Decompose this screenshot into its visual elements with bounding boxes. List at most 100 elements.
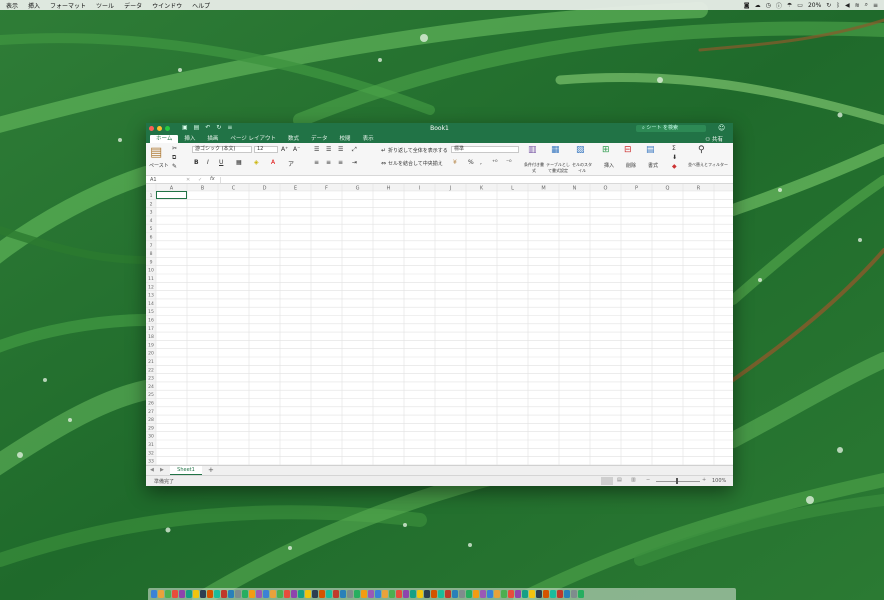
orientation-icon[interactable]: ⤢	[352, 146, 357, 154]
dock-app-icon[interactable]	[326, 590, 332, 598]
share-button[interactable]: ⚇ 共有	[705, 135, 723, 143]
enter-icon[interactable]: ✓	[198, 177, 202, 183]
zoom-in-icon[interactable]: +	[702, 477, 706, 483]
menu-help[interactable]: ヘルプ	[192, 1, 210, 10]
menu-view[interactable]: 表示	[6, 1, 18, 10]
currency-icon[interactable]: ¥	[453, 159, 457, 166]
dock-app-icon[interactable]	[410, 590, 416, 598]
row-header-4[interactable]: 4	[150, 218, 153, 224]
column-header-c[interactable]: C	[232, 186, 236, 192]
dock-app-icon[interactable]	[298, 590, 304, 598]
format-cells-icon[interactable]: ▤	[646, 145, 655, 155]
dock-app-icon[interactable]	[263, 590, 269, 598]
row-header-20[interactable]: 20	[148, 351, 154, 357]
row-header-13[interactable]: 13	[148, 293, 154, 299]
percent-icon[interactable]: %	[468, 159, 474, 166]
menu-data[interactable]: データ	[124, 1, 142, 10]
bold-button[interactable]: B	[194, 159, 199, 166]
column-header-b[interactable]: B	[201, 186, 205, 192]
dock-app-icon[interactable]	[305, 590, 311, 598]
dock-app-icon[interactable]	[466, 590, 472, 598]
cell-styles-label[interactable]: セルのスタイル	[572, 162, 592, 174]
dock-app-icon[interactable]	[242, 590, 248, 598]
dock-app-icon[interactable]	[333, 590, 339, 598]
dock-app-icon[interactable]	[270, 590, 276, 598]
align-top-icon[interactable]: ☰	[314, 146, 319, 153]
search-icon[interactable]: ⌕	[865, 1, 868, 9]
row-header-16[interactable]: 16	[148, 317, 154, 323]
dock-app-icon[interactable]	[438, 590, 444, 598]
sort-filter-label[interactable]: 並べ替えとフィルター	[686, 162, 730, 168]
row-header-32[interactable]: 32	[148, 450, 154, 456]
dock-app-icon[interactable]	[501, 590, 507, 598]
column-header-p[interactable]: P	[635, 186, 638, 192]
dock-app-icon[interactable]	[557, 590, 563, 598]
row-header-1[interactable]: 1	[150, 193, 153, 199]
dock-app-icon[interactable]	[319, 590, 325, 598]
info-icon[interactable]: ⓘ	[776, 1, 782, 10]
autosum-icon[interactable]: Σ	[672, 145, 676, 152]
dock-app-icon[interactable]	[417, 590, 423, 598]
align-center-icon[interactable]: ≡	[326, 159, 331, 166]
row-header-15[interactable]: 15	[148, 309, 154, 315]
dock-app-icon[interactable]	[179, 590, 185, 598]
name-box[interactable]: A1	[148, 177, 178, 183]
column-header-l[interactable]: L	[511, 186, 514, 192]
normal-view-icon[interactable]	[601, 477, 613, 485]
italic-button[interactable]: I	[207, 159, 209, 166]
page-break-view-icon[interactable]: ▥	[631, 477, 636, 483]
column-header-r[interactable]: R	[697, 186, 701, 192]
column-header-g[interactable]: G	[356, 186, 360, 192]
row-header-17[interactable]: 17	[148, 326, 154, 332]
dock-app-icon[interactable]	[529, 590, 535, 598]
column-header-o[interactable]: O	[604, 186, 608, 192]
dock-app-icon[interactable]	[221, 590, 227, 598]
underline-button[interactable]: U	[219, 159, 223, 166]
bluetooth-icon[interactable]: ᛒ	[836, 2, 840, 9]
row-header-26[interactable]: 26	[148, 400, 154, 406]
font-size-select[interactable]: 12	[254, 146, 278, 153]
paste-label[interactable]: ペースト	[149, 162, 169, 169]
dock-app-icon[interactable]	[200, 590, 206, 598]
wrap-text-button[interactable]: ↵ 折り返して全体を表示する	[381, 147, 448, 154]
tab-draw[interactable]: 描画	[201, 135, 224, 143]
align-left-icon[interactable]: ≡	[314, 159, 319, 166]
dock-app-icon[interactable]	[473, 590, 479, 598]
formula-input[interactable]	[220, 177, 728, 183]
conditional-format-label[interactable]: 条件付き書式	[524, 162, 544, 174]
dock-app-icon[interactable]	[312, 590, 318, 598]
dock-app-icon[interactable]	[249, 590, 255, 598]
format-as-table-label[interactable]: テーブルとして書式設定	[546, 162, 570, 174]
format-as-table-icon[interactable]: ▦	[551, 145, 560, 155]
dock-app-icon[interactable]	[361, 590, 367, 598]
page-layout-view-icon[interactable]: ▤	[617, 477, 622, 483]
weather-icon[interactable]: ☂	[787, 2, 792, 9]
dock-app-icon[interactable]	[354, 590, 360, 598]
menu-window[interactable]: ウインドウ	[152, 1, 182, 10]
tab-review[interactable]: 校閲	[334, 135, 357, 143]
clear-icon[interactable]: ◆	[672, 163, 677, 170]
row-header-31[interactable]: 31	[148, 442, 154, 448]
row-header-25[interactable]: 25	[148, 392, 154, 398]
sync-icon[interactable]: ↻	[826, 2, 831, 9]
tab-insert[interactable]: 挿入	[178, 135, 201, 143]
delete-cells-icon[interactable]: ⊟	[624, 145, 632, 155]
column-header-e[interactable]: E	[294, 186, 297, 192]
phonetic-icon[interactable]: ア	[288, 159, 294, 168]
column-header-j[interactable]: J	[449, 186, 451, 192]
dock-app-icon[interactable]	[550, 590, 556, 598]
dock-app-icon[interactable]	[347, 590, 353, 598]
tab-home[interactable]: ホーム	[150, 135, 179, 143]
delete-cells-label[interactable]: 削除	[626, 162, 636, 169]
dock-app-icon[interactable]	[151, 590, 157, 598]
align-middle-icon[interactable]: ☰	[326, 146, 331, 153]
dock-app-icon[interactable]	[543, 590, 549, 598]
copy-icon[interactable]: ⧉	[172, 154, 176, 162]
decrease-decimal-icon[interactable]: ⁻⁰	[506, 159, 512, 166]
column-header-f[interactable]: F	[325, 186, 328, 192]
dock-app-icon[interactable]	[480, 590, 486, 598]
column-header-n[interactable]: N	[573, 186, 577, 192]
fill-color-icon[interactable]: ◈	[254, 159, 259, 166]
row-header-29[interactable]: 29	[148, 425, 154, 431]
sort-filter-icon[interactable]: ⚲	[698, 145, 705, 155]
